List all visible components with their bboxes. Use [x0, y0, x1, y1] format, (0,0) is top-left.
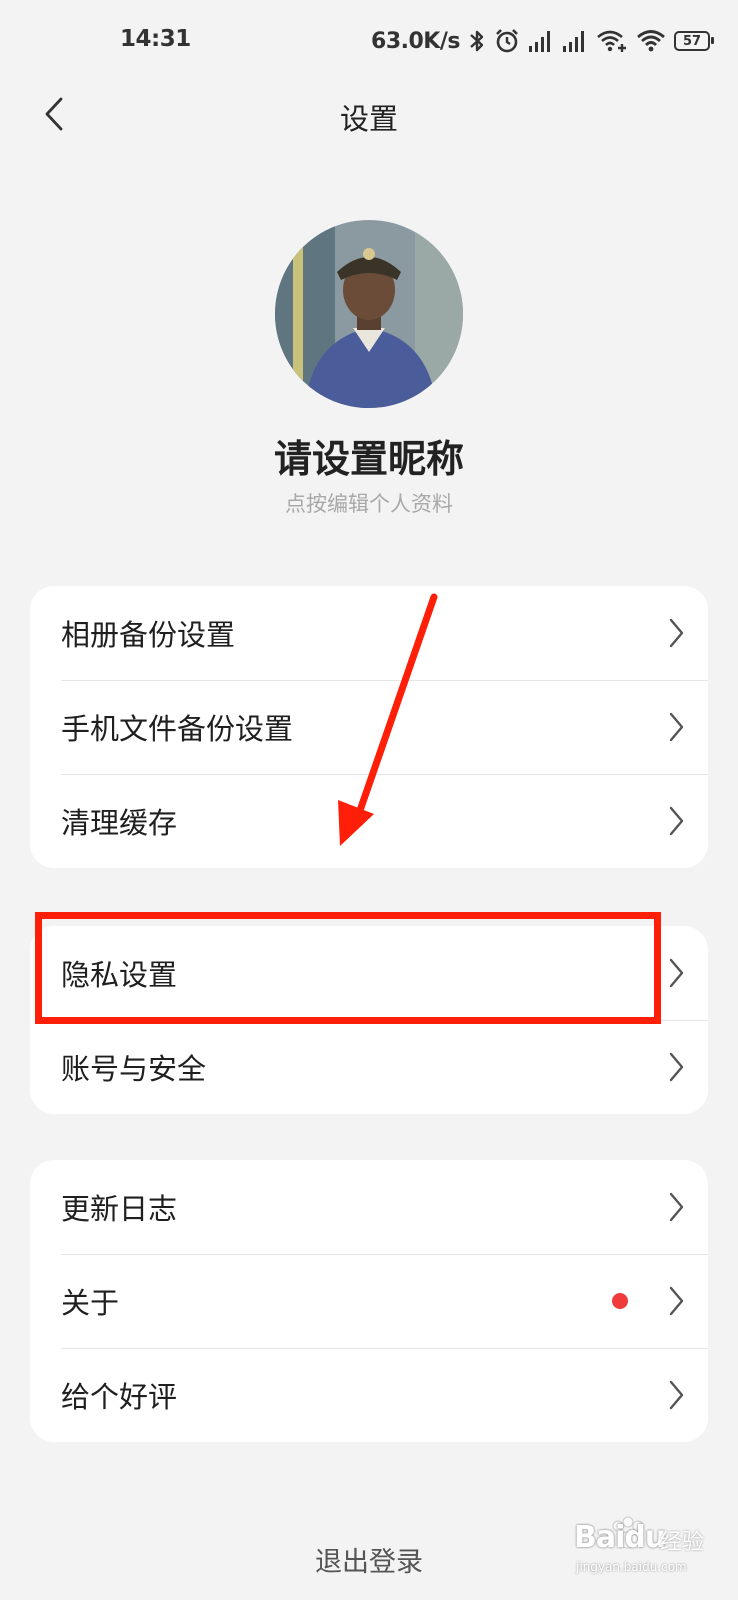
status-time: 14:31: [120, 26, 191, 52]
row-changelog[interactable]: 更新日志: [30, 1160, 708, 1254]
row-file-backup[interactable]: 手机文件备份设置: [30, 680, 708, 774]
row-rate-app[interactable]: 给个好评: [30, 1348, 708, 1442]
row-label: 更新日志: [61, 1192, 178, 1226]
status-icons: 63.0K/s 57: [371, 26, 714, 56]
chevron-right-icon: [669, 1052, 684, 1082]
watermark-cn: 经验: [660, 1530, 705, 1555]
row-privacy-settings[interactable]: 隐私设置: [30, 926, 708, 1020]
chevron-right-icon: [669, 1286, 684, 1316]
row-account-security[interactable]: 账号与安全: [30, 1020, 708, 1114]
network-speed: 63.0K/s: [371, 28, 460, 54]
chevron-right-icon: [669, 1380, 684, 1410]
nickname[interactable]: 请设置昵称: [0, 428, 738, 483]
chevron-right-icon: [669, 618, 684, 648]
avatar[interactable]: [275, 220, 463, 408]
settings-group-about: 更新日志 关于 给个好评: [30, 1160, 708, 1442]
watermark-brand: Baidu: [574, 1520, 666, 1555]
chevron-right-icon: [669, 712, 684, 742]
row-label: 相册备份设置: [61, 618, 236, 652]
wifi-icon: [637, 30, 665, 52]
row-label: 清理缓存: [61, 806, 178, 840]
wifi-plus-icon: [597, 30, 626, 52]
watermark-url: jingyan.baidu.com: [576, 1560, 687, 1574]
logout-label: 退出登录: [315, 1547, 423, 1578]
chevron-right-icon: [669, 806, 684, 836]
row-label: 手机文件备份设置: [61, 712, 294, 746]
row-label: 给个好评: [61, 1380, 178, 1414]
chevron-right-icon: [669, 1192, 684, 1222]
status-bar: 14:31 63.0K/s 57: [0, 0, 738, 84]
profile-edit-hint: 点按编辑个人资料: [285, 492, 453, 516]
bluetooth-icon: [470, 30, 484, 52]
red-dot-badge: [612, 1293, 628, 1309]
avatar-image: [275, 220, 463, 408]
row-label: 关于: [61, 1286, 120, 1320]
page-title: 设置: [339, 102, 398, 136]
settings-group-backup: 相册备份设置 手机文件备份设置 清理缓存: [30, 586, 708, 868]
row-about[interactable]: 关于: [30, 1254, 708, 1348]
nav-bar: 设置: [0, 84, 738, 144]
row-clear-cache[interactable]: 清理缓存: [30, 774, 708, 868]
alarm-icon: [496, 29, 518, 53]
row-album-backup[interactable]: 相册备份设置: [30, 586, 708, 680]
settings-group-account: 隐私设置 账号与安全: [30, 926, 708, 1114]
chevron-right-icon: [669, 958, 684, 988]
row-label: 账号与安全: [61, 1052, 207, 1086]
row-label: 隐私设置: [61, 958, 178, 992]
battery-icon: 57: [674, 31, 714, 51]
signal-icon: [563, 31, 584, 52]
signal-icon: [529, 31, 550, 52]
